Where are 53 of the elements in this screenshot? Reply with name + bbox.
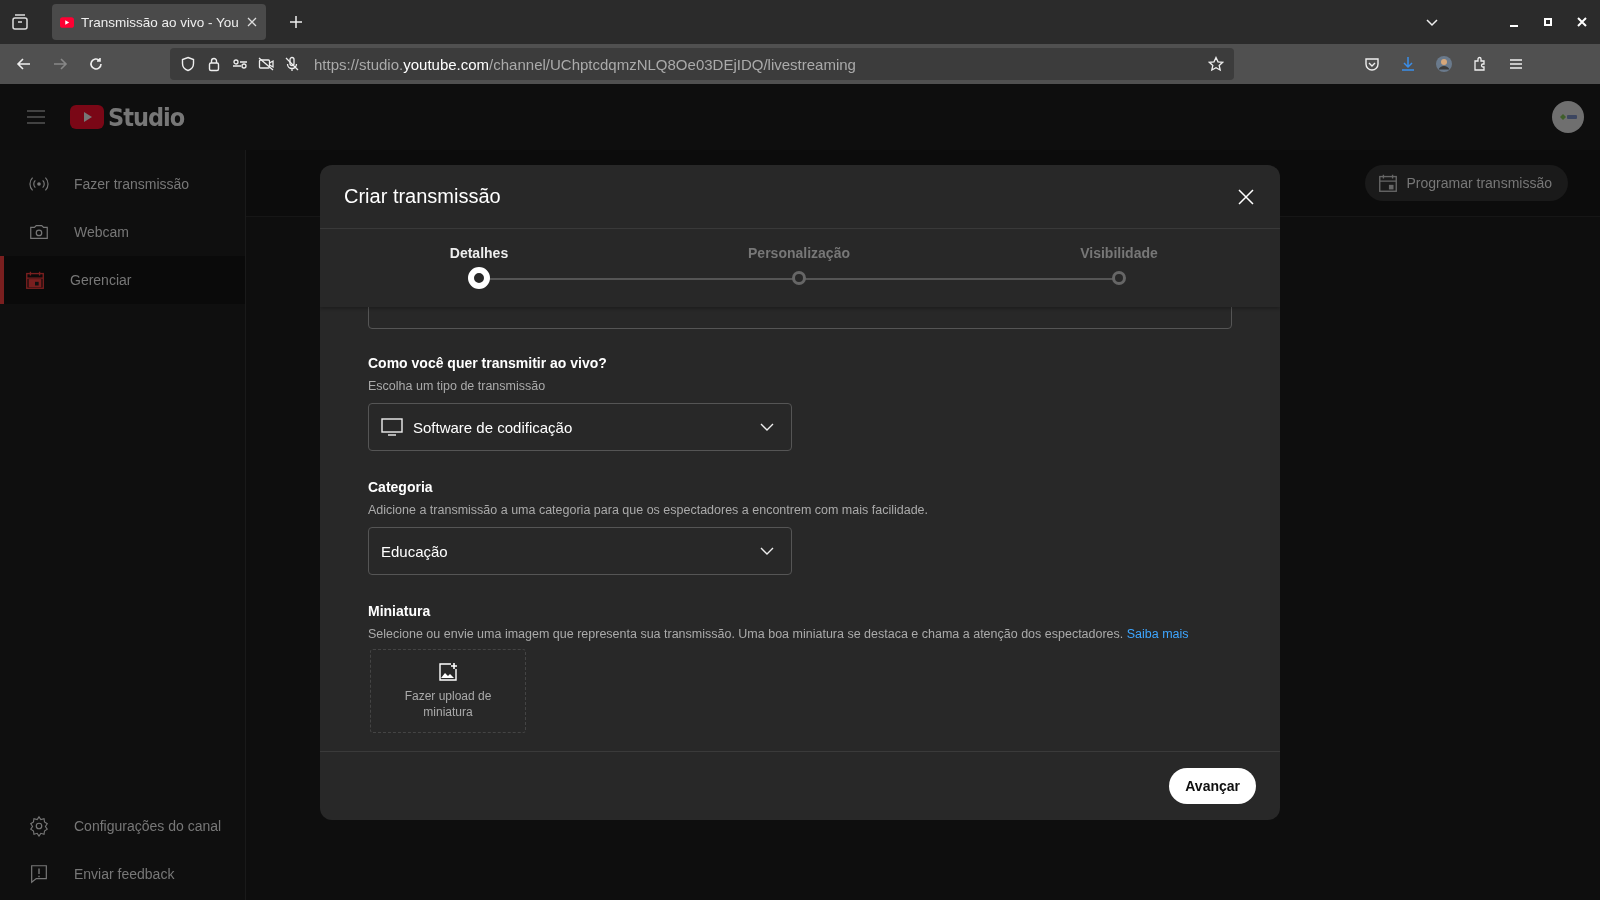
next-button[interactable]: Avançar — [1169, 768, 1256, 804]
avatar-icon[interactable] — [1436, 56, 1452, 72]
section-heading: Miniatura — [368, 603, 431, 619]
section-description: Escolha um tipo de transmissão — [368, 379, 546, 393]
star-icon[interactable] — [1208, 56, 1224, 72]
pocket-icon[interactable] — [1364, 56, 1380, 72]
section-heading: Como você quer transmitir ao vivo? — [368, 355, 607, 371]
sidebar-item[interactable]: Enviar feedback — [0, 850, 245, 898]
lock-icon[interactable] — [206, 56, 222, 72]
add-image-icon — [438, 662, 458, 682]
settings-icon — [28, 815, 50, 837]
microphone-blocked-icon[interactable] — [284, 56, 300, 72]
back-icon[interactable] — [16, 56, 32, 72]
upload-thumbnail-button[interactable]: Fazer upload de miniatura — [370, 649, 526, 733]
dialog-title: Criar transmissão — [344, 185, 501, 208]
new-tab-icon[interactable] — [287, 14, 304, 30]
sidebar-item[interactable]: Gerenciar — [0, 256, 245, 304]
step[interactable]: Detalhes — [379, 229, 579, 307]
feedback-icon — [28, 863, 50, 885]
url-text: https://studio.youtube.com/channel/UChptcdqmzNLQ8Oe03DEjIDQ/livestreaming — [314, 55, 856, 73]
schedule-stream-button[interactable]: Programar transmissão — [1364, 165, 1568, 201]
step[interactable]: Visibilidade — [1019, 229, 1219, 307]
maximize-icon[interactable] — [1542, 16, 1554, 28]
close-icon[interactable] — [245, 16, 258, 28]
youtube-logo-icon — [70, 105, 104, 129]
step[interactable]: Personalização — [699, 229, 899, 307]
browser-tab[interactable]: Transmissão ao vivo - You — [52, 4, 266, 40]
dropdown[interactable]: Software de codificação — [368, 403, 792, 451]
tab-title: Transmissão ao vivo - You — [81, 14, 239, 30]
calendar-icon — [1376, 172, 1399, 194]
section-description: Adicione a transmissão a uma categoria para que os espectadores a encontrem com mais facilidade. — [368, 503, 929, 517]
channel-avatar-icon[interactable] — [1552, 101, 1584, 133]
extensions-icon[interactable] — [1472, 56, 1488, 72]
youtube-icon — [60, 16, 74, 28]
sidebar-item[interactable]: Configurações do canal — [0, 802, 245, 850]
dropdown[interactable]: Educação — [368, 527, 792, 575]
close-icon[interactable] — [1236, 186, 1256, 207]
permissions-icon[interactable] — [232, 56, 248, 72]
section-heading: Categoria — [368, 479, 433, 495]
learn-more-link[interactable]: Saiba mais — [1126, 627, 1189, 641]
sidebar-item[interactable]: Fazer transmissão — [0, 160, 245, 208]
calendar-icon — [24, 269, 46, 291]
close-icon[interactable] — [1576, 16, 1588, 28]
tab-list-icon[interactable] — [10, 12, 30, 32]
camera-blocked-icon[interactable] — [258, 56, 274, 72]
shield-icon[interactable] — [180, 56, 196, 72]
logo-text: Studio — [108, 102, 185, 132]
sidebar-item[interactable]: Webcam — [0, 208, 245, 256]
reload-icon[interactable] — [88, 56, 104, 72]
address-bar[interactable]: https://studio.youtube.com/channel/UChptcdqmzNLQ8Oe03DEjIDQ/livestreaming — [170, 48, 1234, 80]
menu-icon[interactable] — [1508, 56, 1524, 72]
monitor-icon — [381, 417, 403, 437]
section-description: Selecione ou envie uma imagem que representa sua transmissão. Uma boa miniatura se destaca e chama a atenção dos espectadores. Saiba mais — [368, 627, 1189, 641]
